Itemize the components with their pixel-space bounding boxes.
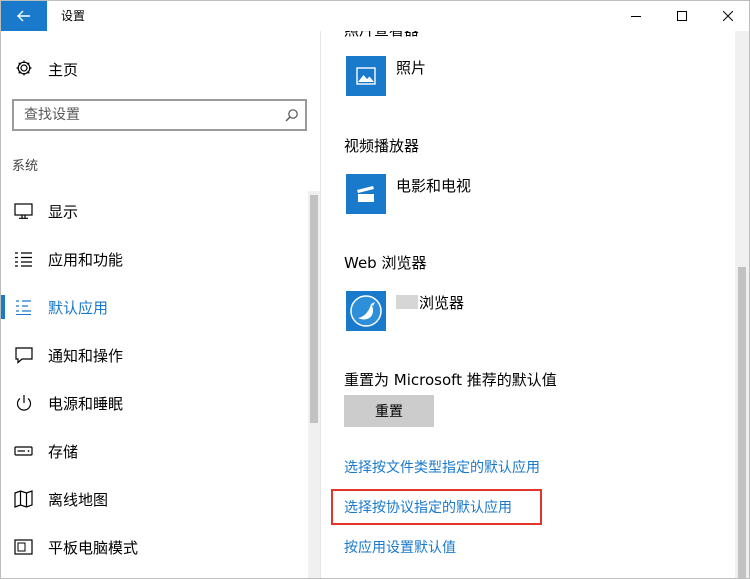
map-icon [14,490,33,508]
content-pane: 照片查看器 照片 视频播放器 电影和电视 Web 浏览器 [322,31,749,578]
power-icon [16,395,32,411]
reset-heading: 重置为 Microsoft 推荐的默认值 [344,371,557,389]
browser-app-tile [346,291,386,331]
monitor-icon [14,203,33,219]
window-title: 设置 [61,9,86,23]
web-browser-app-name: 浏览器 [396,292,464,313]
sidebar-scrollbar-thumb[interactable] [310,195,318,423]
content-scrollbar-thumb[interactable] [738,267,746,578]
back-button[interactable] [1,1,47,31]
settings-window: 设置 主页 系统 [0,0,750,579]
sidebar-scrollbar[interactable] [308,191,320,578]
minimize-icon [631,16,641,17]
notification-icon [15,347,33,364]
reset-button[interactable]: 重置 [344,395,434,427]
default-apps-icon [16,300,31,315]
sidebar-item-display[interactable]: 显示 [1,189,307,233]
storage-icon [14,446,33,456]
video-player-app-button[interactable]: 电影和电视 [344,174,644,216]
sidebar-item-label: 主页 [48,61,79,79]
sidebar-item-label: 应用和功能 [48,251,124,269]
sidebar-item-label: 存储 [48,443,79,461]
section-label: 系统 [12,159,39,174]
search-icon[interactable] [285,108,299,122]
web-browser-app-label: 浏览器 [419,294,465,312]
sidebar-item-storage[interactable]: 存储 [1,429,307,473]
sidebar-item-power-sleep[interactable]: 电源和睡眠 [1,381,307,425]
set-defaults-by-app-link[interactable]: 按应用设置默认值 [344,537,456,557]
sidebar-item-default-apps[interactable]: 默认应用 [1,285,307,329]
tablet-mode-icon [14,539,33,555]
sidebar-item-label: 电源和睡眠 [48,395,124,413]
active-indicator [1,295,5,319]
sidebar-item-offline-maps[interactable]: 离线地图 [1,477,307,521]
sidebar-item-label: 平板电脑模式 [48,539,139,557]
photos-icon [356,67,376,85]
photo-viewer-app-button[interactable]: 照片 [344,56,644,98]
choose-by-file-type-link[interactable]: 选择按文件类型指定的默认应用 [344,457,540,477]
search-input[interactable] [14,101,274,129]
maximize-icon [677,11,687,21]
sidebar-item-home[interactable]: 主页 [1,49,307,87]
choose-by-protocol-link[interactable]: 选择按协议指定的默认应用 [344,497,512,517]
content-scrollbar[interactable] [735,31,749,578]
sidebar-item-label: 通知和操作 [48,347,124,365]
movies-tv-app-tile [346,174,386,214]
close-icon [723,11,733,21]
close-button[interactable] [705,1,749,31]
maximize-button[interactable] [659,1,705,31]
gear-icon [16,60,32,76]
back-arrow-icon [17,10,30,22]
sidebar: 主页 系统 显示 应用和功能 [1,31,321,578]
web-browser-heading: Web 浏览器 [344,254,427,272]
photo-viewer-heading: 照片查看器 [344,31,419,40]
sidebar-item-label: 离线地图 [48,491,109,509]
clapperboard-icon [357,186,374,202]
sidebar-item-apps-features[interactable]: 应用和功能 [1,237,307,281]
minimize-button[interactable] [613,1,659,31]
sidebar-item-label: 显示 [48,203,79,221]
sidebar-item-notifications[interactable]: 通知和操作 [1,333,307,377]
search-box [12,99,307,131]
title-bar: 设置 [1,1,749,31]
photo-viewer-app-name: 照片 [396,59,427,77]
sidebar-item-tablet-mode[interactable]: 平板电脑模式 [1,525,307,569]
browser-logo-icon [350,295,382,327]
video-player-app-name: 电影和电视 [396,177,472,195]
photos-app-tile [346,56,386,96]
video-player-heading: 视频播放器 [344,137,420,155]
app-list-icon [15,252,32,267]
blurred-text [396,295,418,309]
sidebar-item-label: 默认应用 [48,299,109,317]
web-browser-app-button[interactable]: 浏览器 [344,291,644,333]
